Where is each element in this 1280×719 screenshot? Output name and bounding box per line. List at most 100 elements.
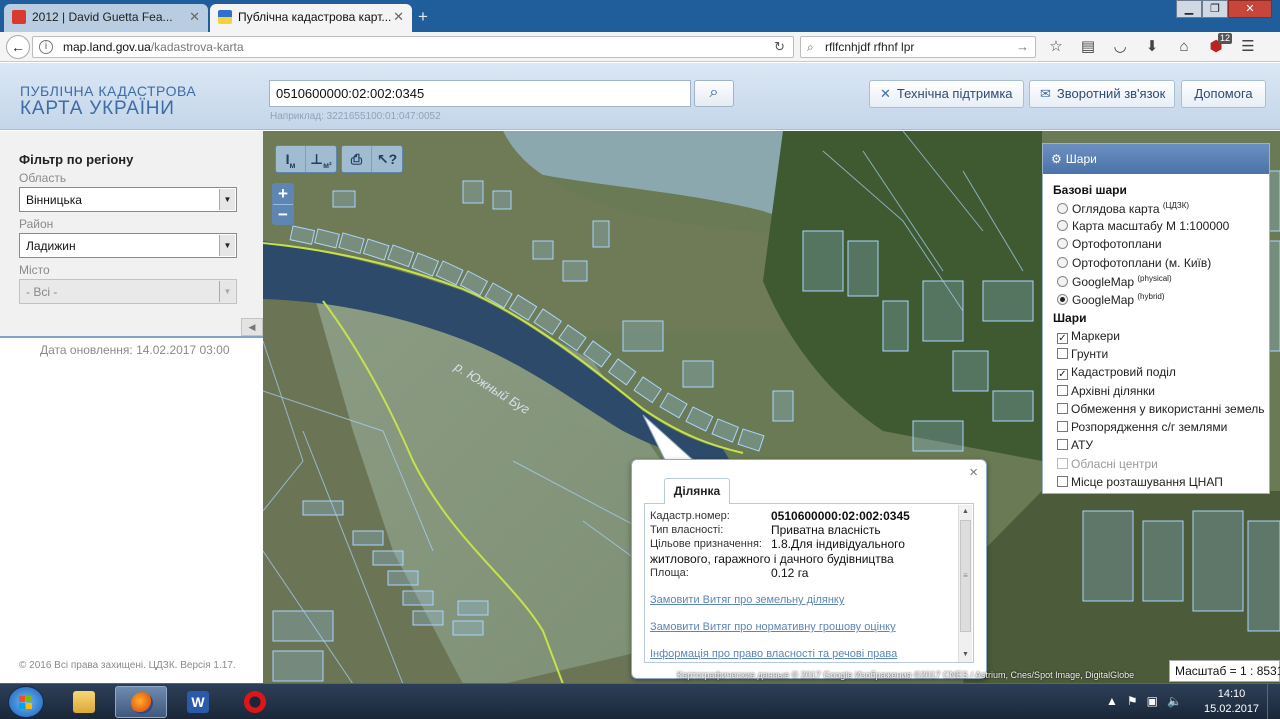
radio-button[interactable] <box>1057 257 1068 268</box>
radio-button[interactable] <box>1057 238 1068 249</box>
purpose-value: 1.8.Для індивідуального <box>771 537 905 551</box>
area-value: 0.12 га <box>771 566 809 580</box>
browser-nav-bar: ← i map.land.gov.ua/kadastrova-karta ↻ ⌕… <box>0 32 1280 62</box>
browser-tab-cadastre[interactable]: Публічна кадастрова карт... ✕ <box>210 4 412 32</box>
ublock-icon[interactable]: ⬢ 12 <box>1206 33 1233 56</box>
back-button[interactable]: ← <box>6 35 30 59</box>
tray-expand-icon[interactable]: ▲ <box>1106 694 1118 708</box>
radio-button-selected[interactable] <box>1057 294 1068 305</box>
measure-area-button[interactable]: ⊥м² <box>306 146 336 172</box>
network-icon[interactable]: ▣ <box>1147 694 1158 708</box>
checkbox-checked[interactable]: ✓ <box>1057 369 1068 380</box>
info-icon[interactable]: i <box>39 40 53 54</box>
rayon-select[interactable]: Ладижин ▼ <box>19 233 237 258</box>
cadastre-search-button[interactable]: ⌕ <box>694 80 734 107</box>
layer-soils[interactable]: Грунти <box>1057 347 1108 361</box>
checkbox[interactable] <box>1057 476 1068 487</box>
scroll-down-icon[interactable]: ▼ <box>959 648 972 662</box>
gear-icon: ⚙ <box>1051 152 1062 166</box>
checkbox[interactable] <box>1057 385 1068 396</box>
hamburger-menu-icon[interactable]: ☰ <box>1238 38 1258 56</box>
maximize-button[interactable]: ❐ <box>1202 0 1228 18</box>
radio-button[interactable] <box>1057 220 1068 231</box>
layer-cadastral-division[interactable]: ✓ Кадастровий поділ <box>1057 365 1176 380</box>
base-layer-orthophoto[interactable]: Ортофотоплани <box>1057 237 1162 251</box>
collapse-panel-button[interactable]: ◀ <box>241 318 263 336</box>
feedback-button[interactable]: ✉ Зворотний зв'язок <box>1029 80 1175 108</box>
checkbox-checked[interactable]: ✓ <box>1057 333 1068 344</box>
checkbox[interactable] <box>1057 421 1068 432</box>
browser-tab-music[interactable]: 2012 | David Guetta Fea... ✕ <box>4 4 208 32</box>
layer-agri-land[interactable]: Розпорядження с/г землями <box>1057 420 1227 434</box>
layer-cnap-location[interactable]: Місце розташування ЦНАП <box>1057 475 1223 489</box>
base-layer-overview[interactable]: Оглядова карта (ЦДЗК) <box>1057 201 1189 216</box>
tab-parcel[interactable]: Ділянка <box>664 478 730 504</box>
bookmark-star-icon[interactable]: ☆ <box>1046 38 1066 56</box>
measure-tools: Iм ⊥м² <box>275 145 337 173</box>
pocket-icon[interactable]: ◡ <box>1110 38 1130 56</box>
new-tab-button[interactable]: + <box>418 7 428 27</box>
system-clock[interactable]: 14:10 15.02.2017 <box>1204 687 1259 717</box>
browser-search-bar[interactable]: ⌕ rflfcnhjdf rfhnf lpr → <box>800 36 1036 58</box>
taskbar-firefox[interactable] <box>115 686 167 718</box>
site-logo[interactable]: ПУБЛІЧНА КАДАСТРОВА КАРТА УКРАЇНИ <box>20 83 196 120</box>
taskbar-opera[interactable] <box>229 686 281 718</box>
order-parcel-extract-link[interactable]: Замовити Витяг про земельну ділянку <box>650 594 844 606</box>
flag-icon[interactable]: ⚑ <box>1127 694 1138 708</box>
order-valuation-extract-link[interactable]: Замовити Витяг про нормативну грошову оц… <box>650 621 896 633</box>
oblast-label: Область <box>19 171 67 185</box>
identify-icon[interactable]: ↖? <box>372 146 402 172</box>
reading-list-icon[interactable]: ▤ <box>1078 38 1098 56</box>
volume-icon[interactable]: 🔈 <box>1167 694 1182 708</box>
help-button[interactable]: Допомога <box>1181 80 1266 108</box>
close-window-button[interactable]: ✕ <box>1228 0 1272 18</box>
reload-icon[interactable]: ↻ <box>774 39 785 55</box>
layer-archive-parcels[interactable]: Архівні ділянки <box>1057 384 1155 398</box>
url-bar[interactable]: i map.land.gov.ua/kadastrova-karta ↻ <box>32 36 794 58</box>
checkbox[interactable] <box>1057 348 1068 359</box>
map-view[interactable]: Iм ⊥м² ⎙ ↖? + − р. Южный Буг ⚙ Шари Базов… <box>263 131 1280 684</box>
purpose-value-continued: житлового, гаражного і дачного будівницт… <box>650 552 894 566</box>
base-layer-100000[interactable]: Карта масштабу М 1:100000 <box>1057 219 1229 233</box>
scroll-up-icon[interactable]: ▲ <box>959 505 972 519</box>
ownership-info-link[interactable]: Інформація про право власності та речові… <box>650 648 897 660</box>
left-panel: Фільтр по регіону Область Вінницька ▼ Ра… <box>0 131 263 684</box>
minimize-button[interactable]: ▁ <box>1176 0 1202 18</box>
parcel-popup: × Ділянка Кадастр.номер: 0510600000:02:0… <box>631 459 987 679</box>
close-icon[interactable]: ✕ <box>393 4 404 30</box>
cadastre-search-input[interactable]: 0510600000:02:002:0345 <box>269 80 691 107</box>
close-icon[interactable]: ✕ <box>189 4 200 30</box>
checkbox[interactable] <box>1057 439 1068 450</box>
taskbar-explorer[interactable] <box>58 686 110 718</box>
show-desktop-button[interactable] <box>1267 684 1280 719</box>
radio-button[interactable] <box>1057 276 1068 287</box>
popup-scrollbar[interactable]: ▲ ≡ ▼ <box>958 505 972 662</box>
checkbox[interactable] <box>1057 403 1068 414</box>
layer-land-restrictions[interactable]: Обмеження у використанні земель <box>1057 402 1264 416</box>
layer-atu[interactable]: АТУ <box>1057 438 1093 452</box>
zoom-out-button[interactable]: − <box>273 204 293 224</box>
radio-button[interactable] <box>1057 203 1068 214</box>
start-button[interactable] <box>8 686 44 718</box>
support-button[interactable]: ✕ Технічна підтримка <box>869 80 1024 108</box>
taskbar-word[interactable]: W <box>172 686 224 718</box>
base-layer-orthophoto-kyiv[interactable]: Ортофотоплани (м. Київ) <box>1057 256 1211 270</box>
base-layer-google-hybrid[interactable]: GoogleMap (hybrid) <box>1057 292 1165 307</box>
city-value: - Всі - <box>26 285 58 299</box>
scroll-thumb[interactable]: ≡ <box>960 520 971 632</box>
layers-header[interactable]: ⚙ Шари <box>1043 144 1269 174</box>
close-icon[interactable]: × <box>969 464 978 481</box>
layer-markers[interactable]: ✓ Маркери <box>1057 329 1120 344</box>
measure-distance-button[interactable]: Iм <box>276 146 306 172</box>
layers-title: Шари <box>1065 152 1097 166</box>
download-icon[interactable]: ⬇ <box>1142 38 1162 56</box>
print-icon[interactable]: ⎙ <box>342 146 372 172</box>
oblast-select[interactable]: Вінницька ▼ <box>19 187 237 212</box>
base-layer-google-physical[interactable]: GoogleMap (physical) <box>1057 274 1172 289</box>
home-icon[interactable]: ⌂ <box>1174 38 1194 56</box>
search-example: Наприклад: 3221655100:01:047:0052 <box>270 111 441 122</box>
mail-icon: ✉ <box>1040 86 1051 101</box>
checkbox-disabled <box>1057 458 1068 469</box>
zoom-in-button[interactable]: + <box>273 184 293 204</box>
arrow-right-icon[interactable]: → <box>1016 39 1029 54</box>
